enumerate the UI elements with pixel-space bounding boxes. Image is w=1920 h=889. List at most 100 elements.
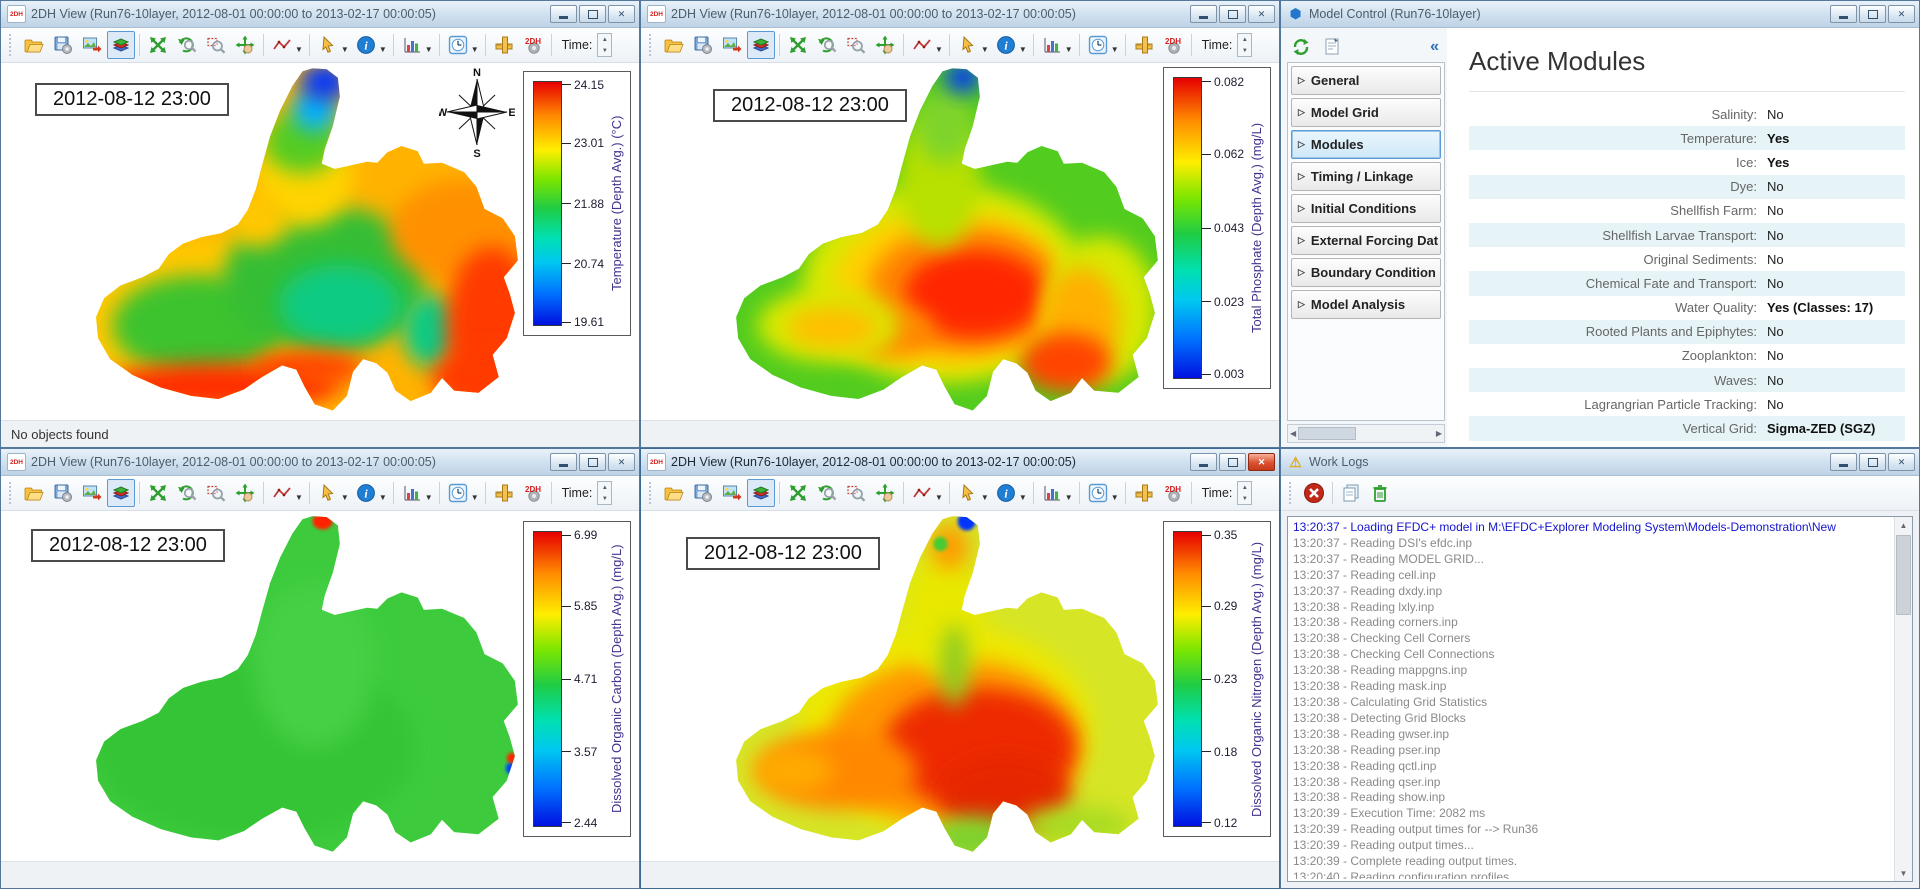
dropdown-arrow-icon[interactable]: ▼ [1111, 493, 1119, 502]
layers-button[interactable] [107, 31, 135, 59]
zoom-previous-button[interactable] [813, 31, 841, 59]
zoom-window-button[interactable] [202, 479, 230, 507]
copy-log-button[interactable] [1337, 479, 1365, 507]
dropdown-arrow-icon[interactable]: ▼ [379, 45, 387, 54]
minimize-button[interactable] [1190, 453, 1217, 471]
close-button[interactable]: ✕ [1888, 5, 1915, 23]
heatmap-canvas-doc[interactable] [1, 511, 527, 861]
pan-button[interactable] [231, 31, 259, 59]
bar-chart-button[interactable] [398, 31, 426, 59]
dropdown-arrow-icon[interactable]: ▼ [425, 493, 433, 502]
dropdown-arrow-icon[interactable]: ▼ [1111, 45, 1119, 54]
ruler-button[interactable] [1130, 479, 1158, 507]
dropdown-arrow-icon[interactable]: ▼ [471, 493, 479, 502]
scrollbar-thumb[interactable] [1298, 427, 1356, 440]
profile-line-button[interactable] [908, 479, 936, 507]
sidebar-item-model-analysis[interactable]: ▷Model Analysis [1291, 290, 1441, 319]
profile-line-button[interactable] [908, 31, 936, 59]
info-button[interactable]: i [352, 31, 380, 59]
2dh-settings-button[interactable]: 2DH [1159, 479, 1187, 507]
zoom-previous-button[interactable] [813, 479, 841, 507]
sidebar-item-modules[interactable]: ▷Modules [1291, 130, 1441, 159]
dropdown-arrow-icon[interactable]: ▼ [295, 45, 303, 54]
scroll-down-arrow-icon[interactable]: ▼ [1895, 865, 1912, 881]
titlebar-phosphate-view[interactable]: 2DH 2DH View (Run76-10layer, 2012-08-01 … [641, 1, 1279, 28]
titlebar-doc-view[interactable]: 2DH 2DH View (Run76-10layer, 2012-08-01 … [1, 449, 639, 476]
refresh-button[interactable] [1287, 33, 1315, 61]
time-spinner[interactable]: ▲▼ [1237, 481, 1252, 505]
save-settings-button[interactable] [689, 31, 717, 59]
dropdown-arrow-icon[interactable]: ▼ [981, 493, 989, 502]
close-button[interactable]: ✕ [608, 453, 635, 471]
ruler-button[interactable] [1130, 31, 1158, 59]
maximize-button[interactable] [579, 453, 606, 471]
close-button[interactable]: ✕ [1248, 5, 1275, 23]
dropdown-arrow-icon[interactable]: ▼ [379, 493, 387, 502]
minimize-button[interactable] [1830, 453, 1857, 471]
2dh-settings-button[interactable]: 2DH [519, 31, 547, 59]
open-project-button[interactable] [20, 31, 48, 59]
sidebar-horizontal-scrollbar[interactable]: ◀ ▶ [1287, 424, 1445, 443]
dropdown-arrow-icon[interactable]: ▼ [1019, 45, 1027, 54]
bar-chart-button[interactable] [398, 479, 426, 507]
info-button[interactable]: i [992, 479, 1020, 507]
clock-button[interactable] [1084, 31, 1112, 59]
layers-button[interactable] [747, 479, 775, 507]
zoom-previous-button[interactable] [173, 479, 201, 507]
2dh-settings-button[interactable]: 2DH [1159, 31, 1187, 59]
minimize-button[interactable] [1830, 5, 1857, 23]
select-arrow-button[interactable] [954, 479, 982, 507]
zoom-window-button[interactable] [202, 31, 230, 59]
pan-button[interactable] [871, 479, 899, 507]
time-spinner[interactable]: ▲▼ [597, 33, 612, 57]
2dh-settings-button[interactable]: 2DH [519, 479, 547, 507]
open-project-button[interactable] [20, 479, 48, 507]
export-image-button[interactable] [78, 479, 106, 507]
dropdown-arrow-icon[interactable]: ▼ [935, 493, 943, 502]
collapse-sidebar-button[interactable]: « [1430, 38, 1439, 56]
clock-button[interactable] [1084, 479, 1112, 507]
titlebar-work-logs[interactable]: ⚠ Work Logs ✕ [1281, 449, 1919, 476]
report-button[interactable] [1318, 33, 1346, 61]
maximize-button[interactable] [1219, 5, 1246, 23]
log-vertical-scrollbar[interactable]: ▲ ▼ [1894, 517, 1912, 881]
profile-line-button[interactable] [268, 479, 296, 507]
dropdown-arrow-icon[interactable]: ▼ [1065, 493, 1073, 502]
maximize-button[interactable] [1219, 453, 1246, 471]
sidebar-item-initial-conditions[interactable]: ▷Initial Conditions [1291, 194, 1441, 223]
fit-extents-button[interactable] [144, 31, 172, 59]
dropdown-arrow-icon[interactable]: ▼ [425, 45, 433, 54]
info-button[interactable]: i [992, 31, 1020, 59]
clock-button[interactable] [444, 479, 472, 507]
sidebar-item-timing-linkage[interactable]: ▷Timing / Linkage [1291, 162, 1441, 191]
dropdown-arrow-icon[interactable]: ▼ [1065, 45, 1073, 54]
export-image-button[interactable] [78, 31, 106, 59]
save-settings-button[interactable] [49, 479, 77, 507]
scroll-up-arrow-icon[interactable]: ▲ [1895, 517, 1912, 533]
titlebar-temperature-view[interactable]: 2DH 2DH View (Run76-10layer, 2012-08-01 … [1, 1, 639, 28]
maximize-button[interactable] [1859, 5, 1886, 23]
maximize-button[interactable] [579, 5, 606, 23]
dropdown-arrow-icon[interactable]: ▼ [341, 493, 349, 502]
save-settings-button[interactable] [49, 31, 77, 59]
info-button[interactable]: i [352, 479, 380, 507]
ruler-button[interactable] [490, 31, 518, 59]
select-arrow-button[interactable] [314, 31, 342, 59]
scroll-left-arrow-icon[interactable]: ◀ [1290, 429, 1296, 438]
zoom-window-button[interactable] [842, 479, 870, 507]
sidebar-item-general[interactable]: ▷General [1291, 66, 1441, 95]
minimize-button[interactable] [1190, 5, 1217, 23]
fit-extents-button[interactable] [784, 31, 812, 59]
zoom-previous-button[interactable] [173, 31, 201, 59]
layers-button[interactable] [107, 479, 135, 507]
close-button[interactable]: ✕ [1248, 453, 1275, 471]
export-image-button[interactable] [718, 31, 746, 59]
time-spinner[interactable]: ▲▼ [1237, 33, 1252, 57]
clock-button[interactable] [444, 31, 472, 59]
minimize-button[interactable] [550, 5, 577, 23]
fit-extents-button[interactable] [144, 479, 172, 507]
profile-line-button[interactable] [268, 31, 296, 59]
dropdown-arrow-icon[interactable]: ▼ [1019, 493, 1027, 502]
stop-button[interactable] [1300, 479, 1328, 507]
select-arrow-button[interactable] [954, 31, 982, 59]
